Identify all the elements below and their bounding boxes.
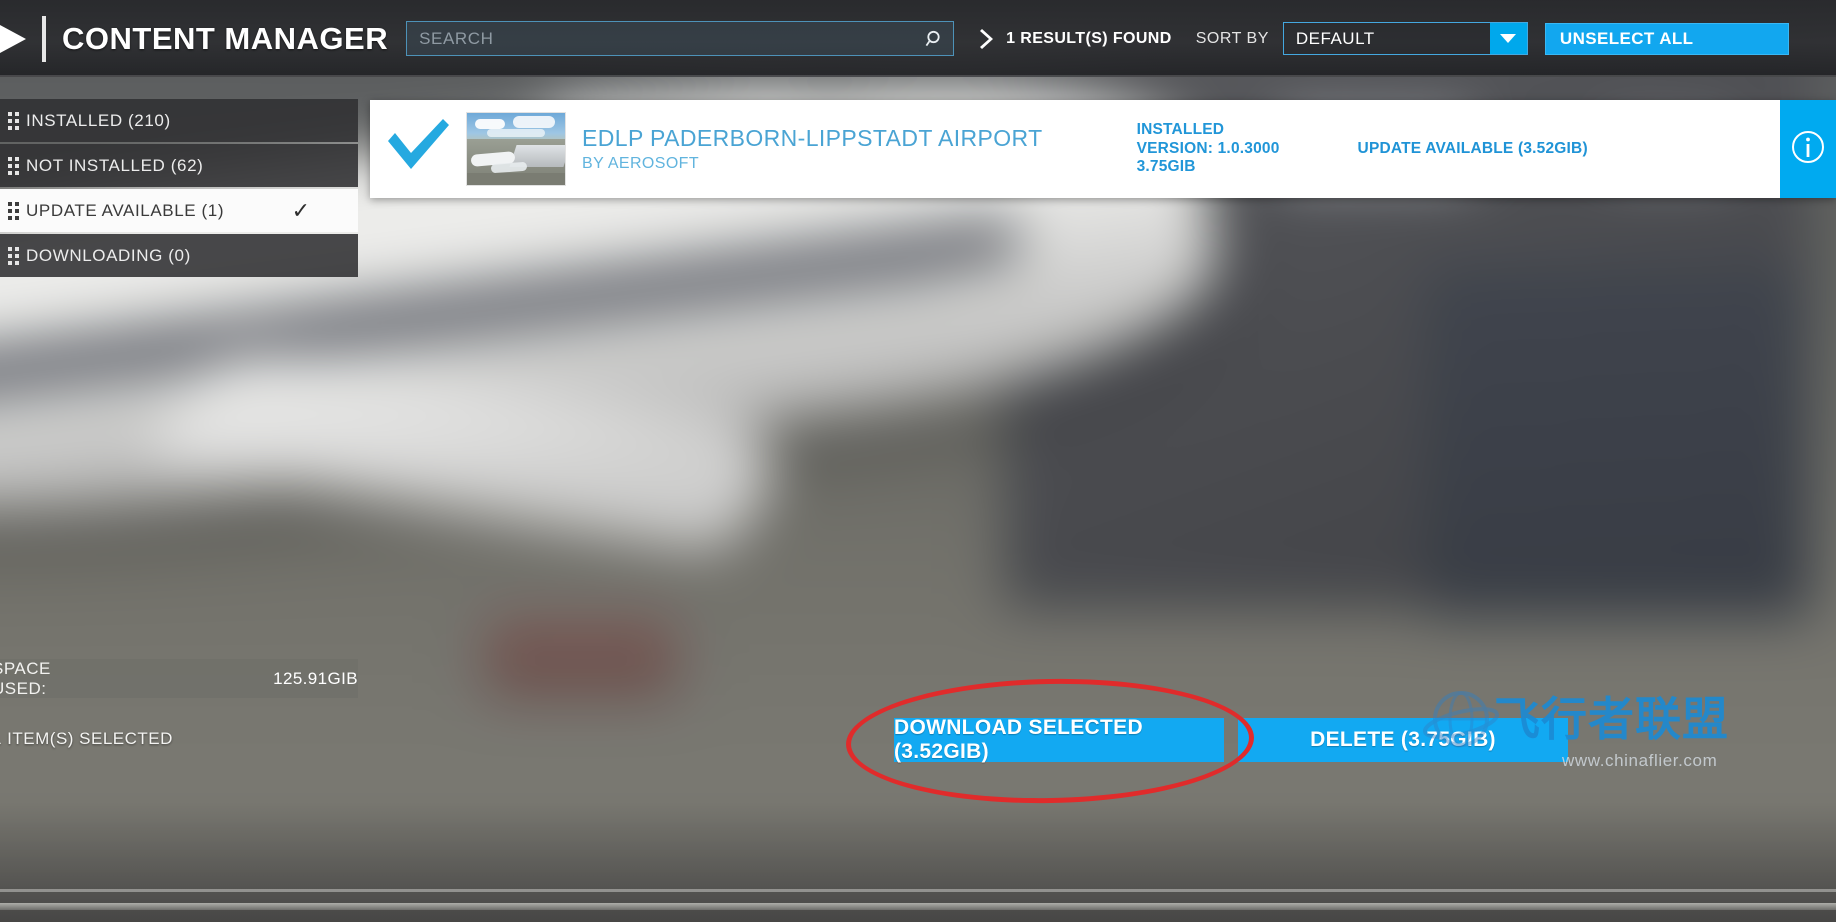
results-summary: 1 RESULT(S) FOUND — [980, 28, 1172, 50]
search-input[interactable] — [407, 28, 918, 49]
checkmark-icon: ✓ — [291, 197, 310, 223]
chevron-right-icon — [980, 28, 995, 50]
item-size: 3.75GIB — [1136, 158, 1196, 176]
sidebar-item-label: NOT INSTALLED (62) — [26, 155, 204, 175]
checkmark-icon — [385, 118, 451, 180]
filter-sidebar: INSTALLED (210) NOT INSTALLED (62) UPDAT… — [0, 99, 358, 279]
back-button[interactable] — [0, 0, 40, 77]
item-install-state: INSTALLED — [1136, 120, 1225, 138]
delete-button[interactable]: DELETE (3.75GIB) — [1238, 718, 1568, 762]
item-creator: BY AEROSOFT — [582, 155, 700, 172]
unselect-all-button[interactable]: UNSELECT ALL — [1544, 22, 1789, 55]
chevron-down-icon[interactable] — [1489, 23, 1527, 54]
item-status-block: INSTALLED VERSION: 1.0.3000 3.75GIB — [1137, 121, 1280, 178]
sidebar-item-label: INSTALLED (210) — [26, 110, 171, 130]
back-arrow-icon — [0, 19, 34, 59]
top-bar: CONTENT MANAGER 1 RESULT(S) FOUND SORT B… — [0, 0, 1836, 77]
search-field[interactable] — [406, 21, 955, 56]
results-count-label: 1 RESULT(S) FOUND — [1006, 29, 1172, 47]
sort-by-select[interactable]: DEFAULT — [1282, 22, 1528, 55]
items-selected-label: 1 ITEM(S) SELECTED — [0, 729, 173, 748]
item-titles: EDLP PADERBORN-LIPPSTADT AIRPORT BY AERO… — [582, 125, 1043, 173]
airport-thumbnail — [466, 112, 566, 186]
bottom-action-bar: 1 ITEM(S) SELECTED DOWNLOAD SELECTED (3.… — [0, 713, 1836, 903]
item-version: VERSION: 1.0.3000 — [1136, 139, 1280, 157]
item-title[interactable]: EDLP PADERBORN-LIPPSTADT AIRPORT — [582, 125, 1043, 152]
drag-handle-icon[interactable] — [0, 201, 26, 220]
info-icon — [1791, 130, 1825, 169]
sort-by-value: DEFAULT — [1295, 28, 1375, 48]
space-used-value: 125.91GIB — [273, 668, 358, 688]
sidebar-item-label: UPDATE AVAILABLE (1) — [26, 200, 225, 220]
sidebar-item-label: DOWNLOADING (0) — [26, 245, 191, 265]
sidebar-item-downloading[interactable]: DOWNLOADING (0) — [0, 234, 358, 277]
drag-handle-icon[interactable] — [0, 111, 26, 130]
sidebar-item-installed[interactable]: INSTALLED (210) — [0, 99, 358, 142]
sidebar-item-update-available[interactable]: UPDATE AVAILABLE (1) ✓ — [0, 189, 358, 232]
info-button[interactable] — [1780, 100, 1836, 198]
page-title: CONTENT MANAGER — [62, 20, 389, 56]
title-divider — [42, 15, 46, 62]
content-item-card[interactable]: EDLP PADERBORN-LIPPSTADT AIRPORT BY AERO… — [370, 100, 1836, 198]
space-used-bar: SPACE USED: 125.91GIB — [0, 659, 358, 698]
sidebar-item-not-installed[interactable]: NOT INSTALLED (62) — [0, 144, 358, 187]
search-icon[interactable] — [917, 21, 953, 56]
drag-handle-icon[interactable] — [0, 246, 26, 265]
download-selected-button[interactable]: DOWNLOAD SELECTED (3.52GIB) — [894, 716, 1224, 763]
item-update-badge: UPDATE AVAILABLE (3.52GIB) — [1357, 140, 1588, 157]
drag-handle-icon[interactable] — [0, 156, 26, 175]
content-manager-screen: CONTENT MANAGER 1 RESULT(S) FOUND SORT B… — [0, 0, 1836, 922]
sort-by-label: SORT BY — [1195, 29, 1269, 47]
item-select-checkbox[interactable] — [370, 118, 466, 180]
space-used-label: SPACE USED: — [0, 658, 51, 698]
